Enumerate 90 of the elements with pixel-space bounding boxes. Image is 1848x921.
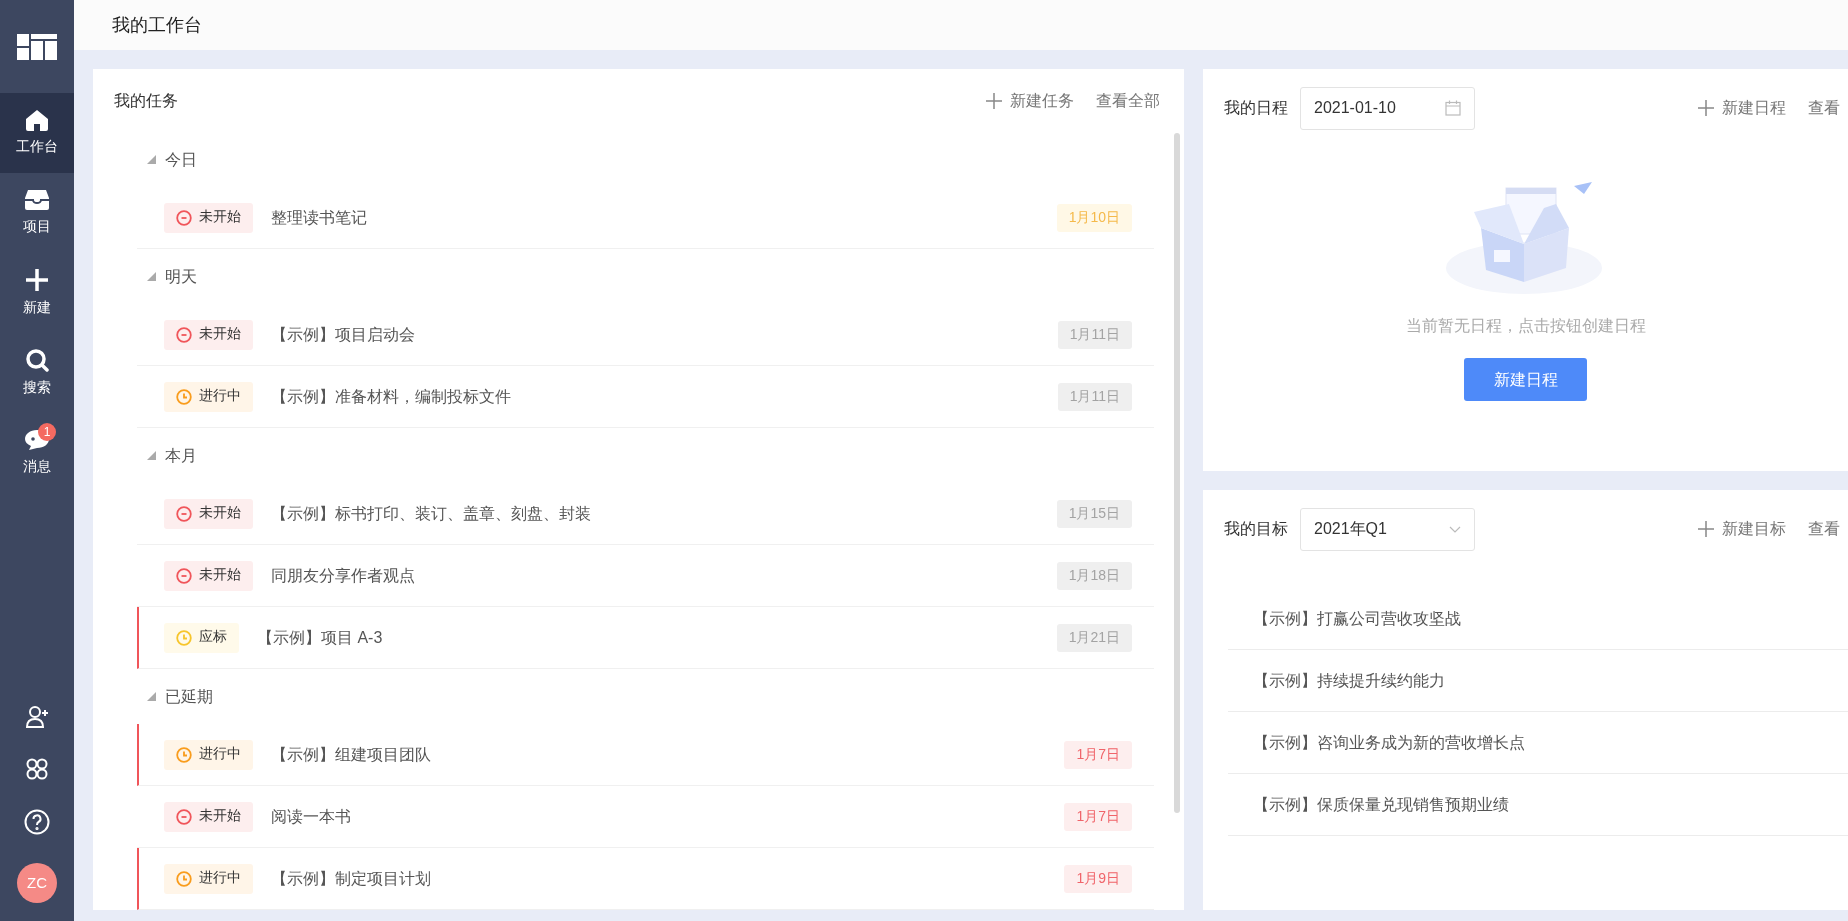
plus-icon	[1698, 100, 1714, 116]
status-tag: 进行中	[164, 863, 253, 894]
date-field[interactable]: 2021-01-10	[1300, 86, 1475, 130]
goal-row[interactable]: 【示例】咨询业务成为新的营收增长点	[1228, 712, 1848, 774]
caret-icon	[147, 692, 156, 701]
minus-circle-icon	[176, 326, 192, 343]
task-title: 整理读书笔记	[271, 207, 368, 228]
task-row[interactable]: 进行中 【示例】组建项目团队 1月7日	[137, 724, 1154, 786]
task-title: 【示例】准备材料，编制投标文件	[271, 386, 512, 407]
minus-circle-icon	[176, 209, 192, 226]
panel-title: 我的任务	[114, 90, 178, 111]
add-button[interactable]: 新建任务	[986, 88, 1074, 113]
panel-title: 我的目标	[1224, 519, 1288, 539]
task-row[interactable]: 进行中 【示例】制定项目计划 1月9日	[137, 848, 1154, 910]
task-title: 【示例】项目启动会	[271, 324, 416, 345]
inbox-icon	[24, 189, 50, 211]
caret-icon	[147, 155, 156, 164]
status-tag: 进行中	[164, 381, 253, 412]
caret-icon	[147, 451, 156, 460]
command-icon[interactable]	[25, 757, 49, 781]
minus-circle-icon	[176, 505, 192, 522]
status-tag: 未开始	[164, 319, 253, 350]
status-tag: 未开始	[164, 498, 253, 529]
clock-icon	[176, 629, 192, 646]
view-all-link[interactable]: 查看	[1808, 517, 1840, 541]
calendar-icon	[1445, 100, 1461, 116]
due-date-tag: 1月10日	[1056, 203, 1132, 232]
chevron-down-icon	[1449, 525, 1461, 533]
search-icon	[25, 348, 49, 372]
plus-icon	[25, 268, 49, 292]
nav-item[interactable]: 新建	[0, 253, 74, 333]
due-date-tag: 1月9日	[1064, 864, 1132, 893]
status-tag: 未开始	[164, 560, 253, 591]
group-header[interactable]: 今日	[137, 132, 1154, 187]
task-title: 【示例】项目 A-3	[257, 627, 384, 648]
goal-row[interactable]: 【示例】打赢公司营收攻坚战	[1228, 588, 1848, 650]
home-icon	[25, 109, 49, 131]
due-date-tag: 1月21日	[1056, 623, 1132, 652]
nav-item[interactable]: 工作台	[0, 93, 74, 173]
minus-circle-icon	[176, 567, 192, 584]
group-header[interactable]: 明天	[137, 249, 1154, 304]
goal-row[interactable]: 【示例】保质保量兑现销售预期业绩	[1228, 774, 1848, 836]
task-title: 阅读一本书	[271, 806, 352, 827]
clock-icon	[176, 388, 192, 405]
period-select[interactable]: 2021年Q1	[1300, 507, 1475, 551]
due-date-tag: 1月7日	[1064, 802, 1132, 831]
scrollbar[interactable]	[1174, 133, 1180, 813]
plus-icon	[986, 92, 1002, 109]
due-date-tag: 1月7日	[1064, 740, 1132, 769]
clock-icon	[176, 746, 192, 763]
task-title: 【示例】制定项目计划	[271, 868, 432, 889]
due-date-tag: 1月11日	[1057, 382, 1132, 411]
goal-row[interactable]: 【示例】持续提升续约能力	[1228, 650, 1848, 712]
task-row[interactable]: 未开始 同朋友分享作者观点 1月18日	[137, 545, 1154, 607]
group-header[interactable]: 已延期	[137, 669, 1154, 724]
logo-icon[interactable]	[17, 33, 57, 60]
due-date-tag: 1月11日	[1057, 320, 1132, 349]
notification-badge: 1	[38, 423, 56, 441]
view-all-link[interactable]: 查看全部	[1096, 88, 1160, 113]
task-row[interactable]: 未开始 整理读书笔记 1月10日	[137, 187, 1154, 249]
add-button[interactable]: 新建日程	[1698, 96, 1786, 120]
minus-circle-icon	[176, 808, 192, 825]
status-tag: 应标	[164, 622, 239, 653]
task-row[interactable]: 未开始 【示例】项目启动会 1月11日	[137, 304, 1154, 366]
task-title: 同朋友分享作者观点	[271, 565, 416, 586]
task-title: 【示例】组建项目团队	[271, 744, 432, 765]
empty-message: 当前暂无日程，点击按钮创建日程	[1405, 316, 1646, 336]
task-row[interactable]: 应标 【示例】项目 A-3 1月21日	[137, 607, 1154, 669]
clock-icon	[176, 870, 192, 887]
task-row[interactable]: 未开始 阅读一本书 1月7日	[137, 786, 1154, 848]
task-title: 【示例】标书打印、装订、盖章、刻盘、封装	[271, 503, 592, 524]
view-all-link[interactable]: 查看	[1808, 96, 1840, 120]
nav-item[interactable]: 消息 1	[0, 413, 74, 493]
nav-item[interactable]: 搜索	[0, 333, 74, 413]
nav-item[interactable]: 项目	[0, 173, 74, 253]
help-icon[interactable]	[24, 809, 50, 835]
add-button[interactable]: 新建目标	[1698, 517, 1786, 541]
due-date-tag: 1月15日	[1056, 499, 1132, 528]
group-header[interactable]: 本月	[137, 428, 1154, 483]
status-tag: 未开始	[164, 202, 253, 233]
caret-icon	[147, 272, 156, 281]
panel-title: 我的日程	[1224, 98, 1288, 118]
page-title: 我的工作台	[112, 13, 202, 37]
due-date-tag: 1月18日	[1056, 561, 1132, 590]
plus-icon	[1698, 521, 1714, 537]
task-row[interactable]: 进行中 【示例】准备材料，编制投标文件 1月11日	[137, 366, 1154, 428]
task-row[interactable]: 未开始 【示例】标书打印、装订、盖章、刻盘、封装 1月15日	[137, 483, 1154, 545]
status-tag: 未开始	[164, 801, 253, 832]
add-user-icon[interactable]	[25, 705, 49, 729]
status-tag: 进行中	[164, 739, 253, 770]
